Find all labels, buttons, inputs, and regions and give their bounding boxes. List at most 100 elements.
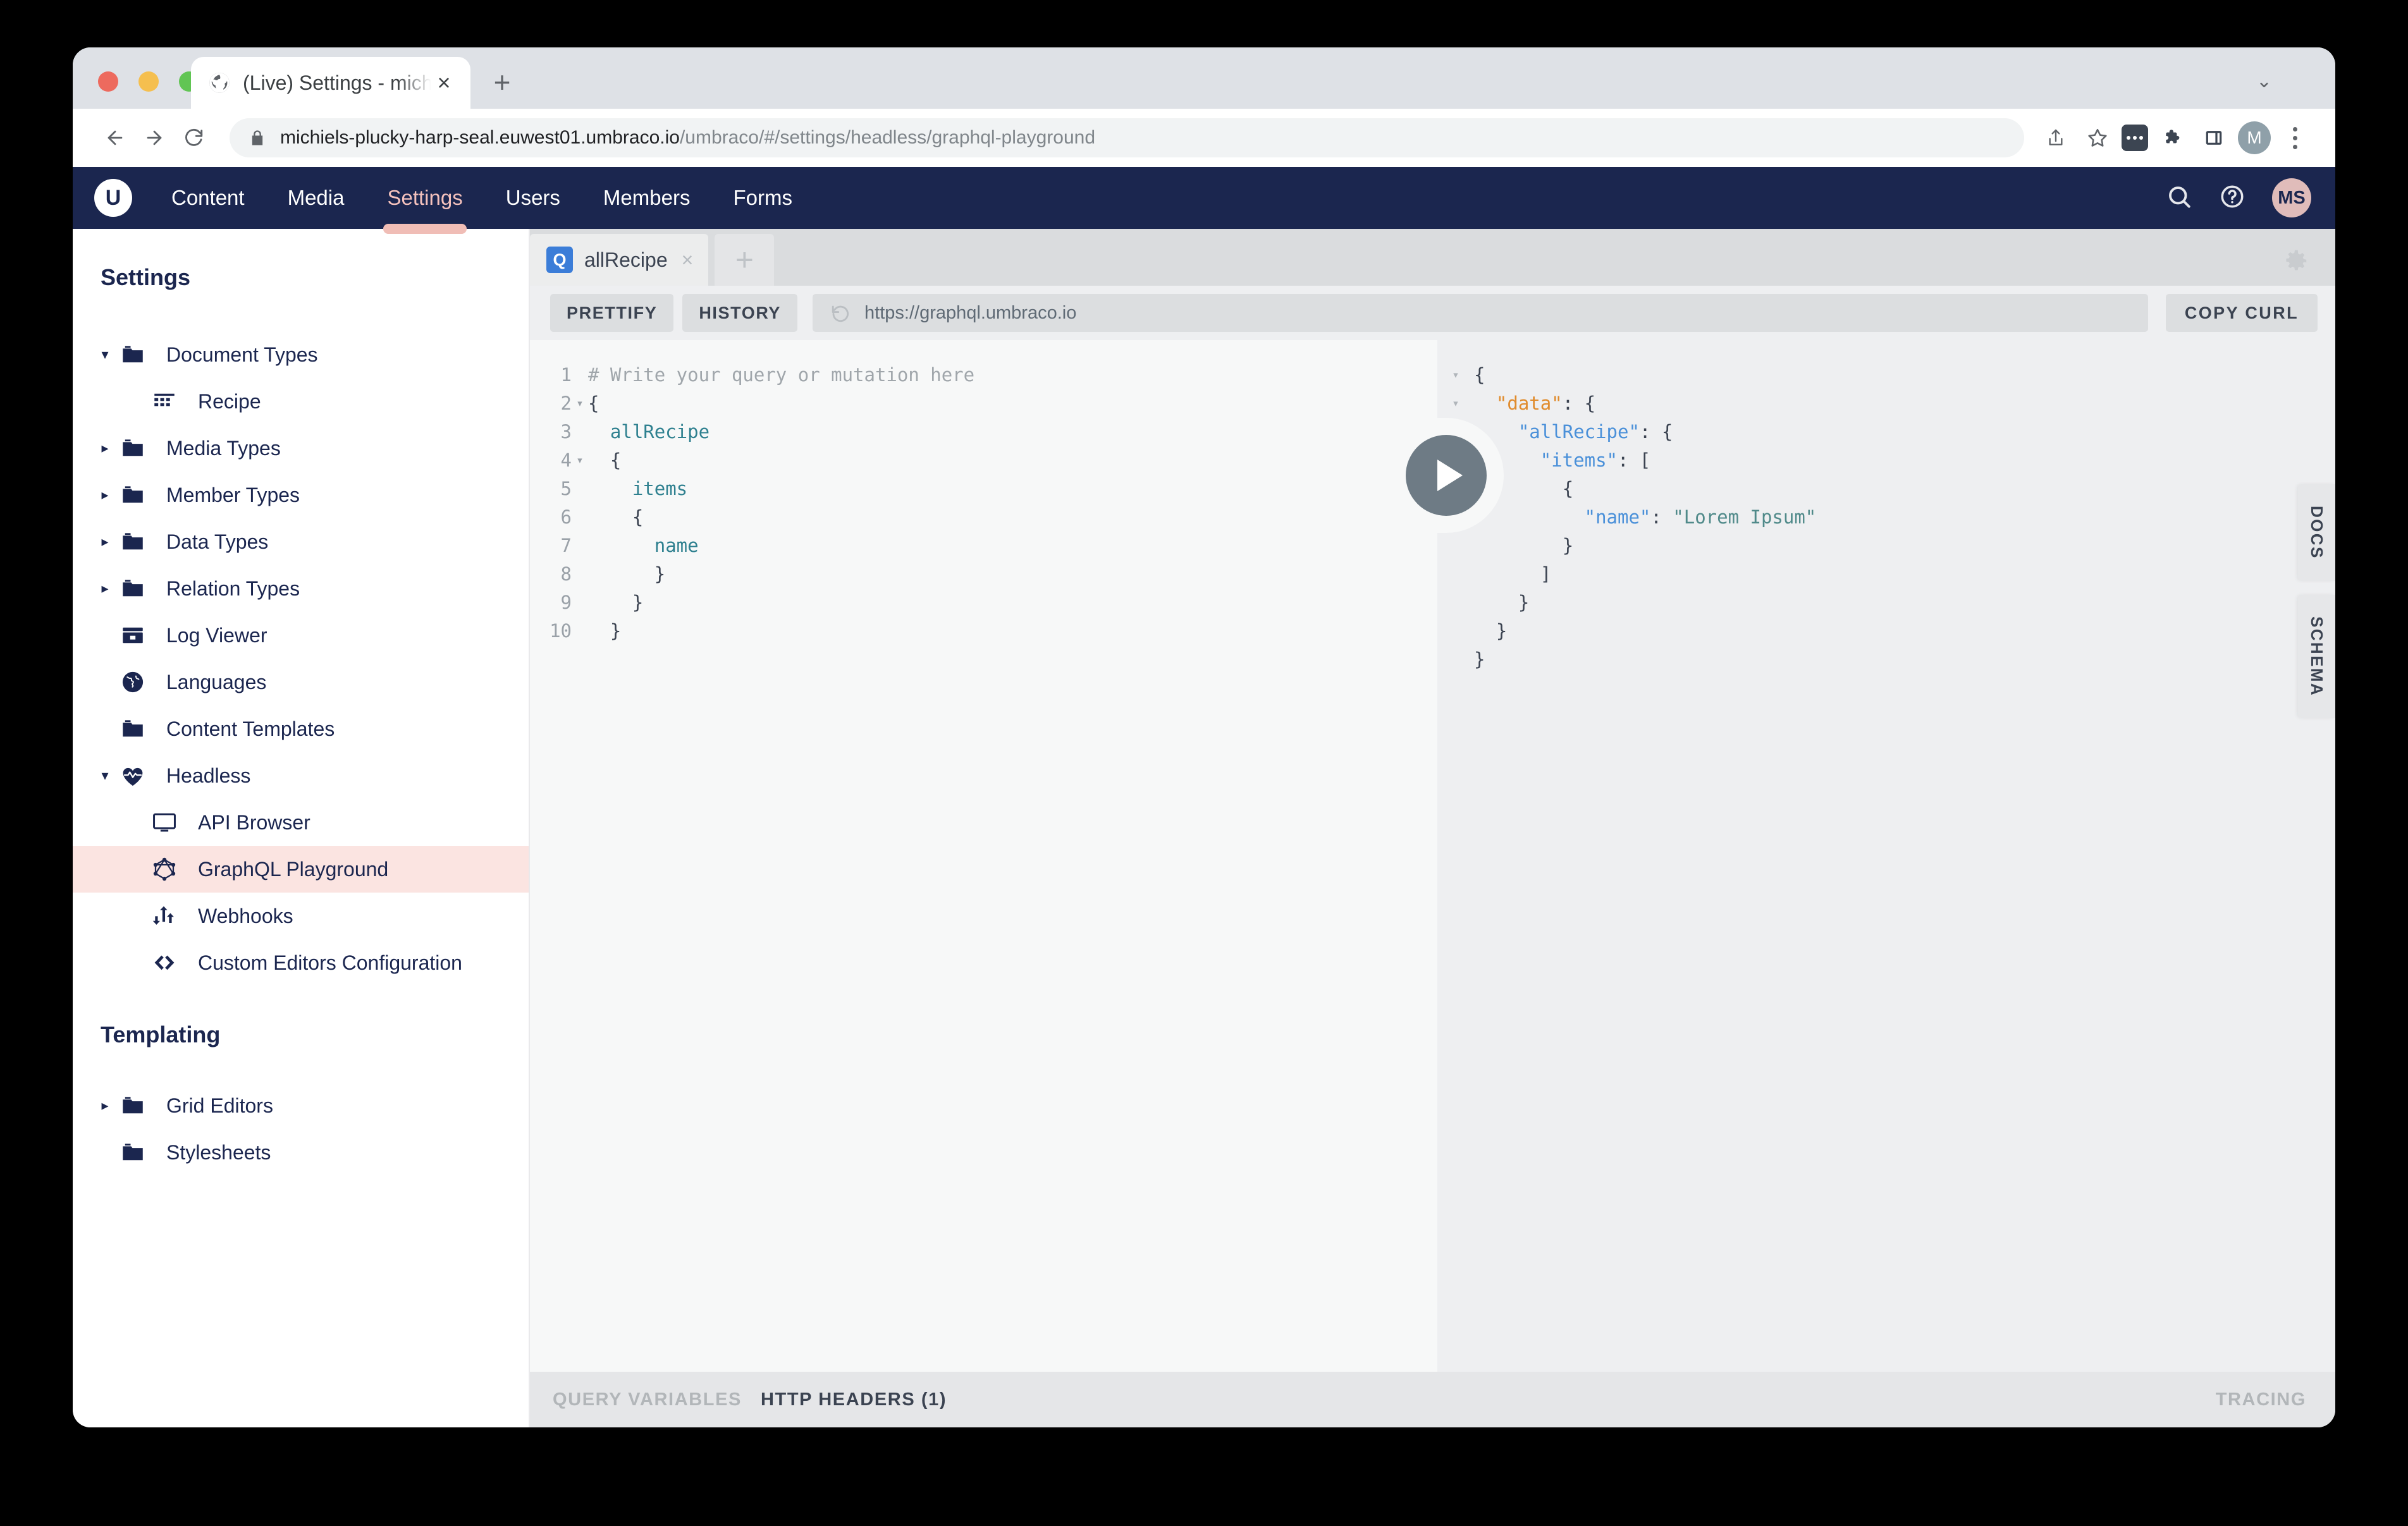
line-number: 10 — [550, 620, 572, 642]
monitor-icon — [150, 808, 179, 837]
folder-icon — [118, 340, 147, 369]
nav-item-label: Media — [287, 186, 345, 209]
tree-item-data-types[interactable]: ▸ Data Types — [73, 518, 529, 565]
nav-item-settings[interactable]: Settings — [366, 167, 484, 234]
execute-query-button[interactable] — [1406, 435, 1487, 516]
nav-item-users[interactable]: Users — [484, 167, 582, 229]
browser-tab-strip: (Live) Settings - michiels-pluck × + ⌄ — [73, 47, 2335, 109]
nav-item-media[interactable]: Media — [266, 167, 366, 229]
tree-item-media-types[interactable]: ▸ Media Types — [73, 425, 529, 472]
window-controls[interactable] — [98, 71, 199, 92]
minimize-window-button[interactable] — [138, 71, 159, 92]
graphql-footer: QUERY VARIABLES HTTP HEADERS (1) TRACING — [530, 1372, 2335, 1427]
nav-item-members[interactable]: Members — [582, 167, 712, 229]
tree-item-graphql-playground[interactable]: GraphQL Playground — [73, 846, 529, 893]
code-line: 6 { — [530, 506, 1437, 535]
code-text: } — [588, 563, 666, 585]
code-text: } — [588, 620, 622, 642]
response-line: } — [1437, 535, 2335, 563]
nav-item-label: Users — [505, 186, 560, 209]
gear-icon[interactable] — [2281, 247, 2310, 276]
history-button[interactable]: HISTORY — [682, 294, 798, 332]
tree-item-languages[interactable]: Languages — [73, 659, 529, 705]
tree-item-stylesheets[interactable]: Stylesheets — [73, 1129, 529, 1176]
new-query-tab-button[interactable]: + — [715, 234, 775, 286]
avatar[interactable]: M — [2238, 121, 2271, 154]
bookmark-star-icon[interactable] — [2080, 120, 2115, 156]
tree-item-log-viewer[interactable]: Log Viewer — [73, 612, 529, 659]
umbraco-header-actions: MS — [2166, 178, 2311, 217]
revert-icon[interactable] — [830, 302, 852, 324]
help-icon[interactable] — [2219, 183, 2245, 213]
search-icon[interactable] — [2166, 183, 2192, 213]
side-panel-icon[interactable] — [2196, 120, 2232, 156]
query-editor[interactable]: 1 # Write your query or mutation here 2 ▾{3… — [530, 340, 1437, 1372]
line-number: 2 — [560, 393, 572, 414]
query-variables-tab[interactable]: QUERY VARIABLES — [553, 1389, 742, 1410]
chevron-down-icon[interactable]: ⌄ — [2256, 70, 2272, 92]
line-number: 5 — [560, 478, 572, 499]
tree-group-item-list: ▸ Grid Editors Stylesheets — [73, 1082, 529, 1176]
http-headers-tab[interactable]: HTTP HEADERS (1) — [761, 1389, 947, 1410]
umbraco-logo-icon[interactable]: U — [94, 179, 132, 217]
tree-item-webhooks[interactable]: Webhooks — [73, 893, 529, 939]
tree-item-recipe[interactable]: Recipe — [73, 378, 529, 425]
tree-item-label: Relation Types — [166, 577, 300, 600]
response-text: } — [1518, 592, 1530, 613]
address-bar[interactable]: michiels-plucky-harp-seal.euwest01.umbra… — [230, 118, 2024, 157]
puzzle-icon[interactable] — [2154, 120, 2190, 156]
caret-down-icon[interactable]: ▾ — [92, 348, 118, 362]
fold-toggle-icon[interactable]: ▾ — [1437, 393, 1474, 414]
nav-item-forms[interactable]: Forms — [711, 167, 814, 229]
close-icon[interactable]: × — [682, 250, 694, 270]
prettify-button[interactable]: PRETTIFY — [550, 294, 674, 332]
response-line: } — [1437, 592, 2335, 620]
side-tabs: DOCS SCHEMA — [2298, 484, 2335, 718]
fold-toggle-icon[interactable]: ▾ — [572, 393, 588, 414]
response-line: ▾ "allRecipe": { — [1437, 421, 2335, 449]
copy-curl-button[interactable]: COPY CURL — [2165, 294, 2318, 332]
browser-tab[interactable]: (Live) Settings - michiels-pluck × — [191, 57, 470, 109]
document-type-icon — [150, 387, 179, 416]
endpoint-url: https://graphql.umbraco.io — [864, 302, 1077, 323]
extension-badge-icon[interactable] — [2122, 125, 2148, 151]
schema-tab[interactable]: SCHEMA — [2298, 594, 2335, 718]
graphql-playground: Q allRecipe × + PRETTIFY HISTORY https:/… — [530, 229, 2335, 1427]
tree-item-relation-types[interactable]: ▸ Relation Types — [73, 565, 529, 612]
tree-item-document-types[interactable]: ▾ Document Types — [73, 331, 529, 378]
new-tab-button[interactable]: + — [476, 59, 529, 105]
tracing-tab[interactable]: TRACING — [2216, 1389, 2306, 1410]
caret-right-icon[interactable]: ▸ — [92, 535, 118, 549]
caret-right-icon[interactable]: ▸ — [92, 582, 118, 595]
docs-tab[interactable]: DOCS — [2298, 484, 2335, 581]
response-line: { — [1437, 478, 2335, 506]
nav-item-content[interactable]: Content — [150, 167, 266, 229]
kebab-menu-icon[interactable] — [2277, 120, 2313, 156]
caret-right-icon[interactable]: ▸ — [92, 441, 118, 455]
caret-right-icon[interactable]: ▸ — [92, 488, 118, 502]
caret-down-icon[interactable]: ▾ — [92, 769, 118, 783]
tree-item-api-browser[interactable]: API Browser — [73, 799, 529, 846]
response-text: } — [1474, 649, 1485, 670]
reload-button[interactable] — [174, 118, 213, 157]
user-avatar[interactable]: MS — [2272, 178, 2311, 217]
fold-toggle-icon[interactable]: ▾ — [572, 449, 588, 471]
forward-button[interactable] — [135, 118, 174, 157]
tree-item-custom-editors-configuration[interactable]: Custom Editors Configuration — [73, 939, 529, 986]
fold-toggle-icon[interactable]: ▾ — [1437, 364, 1474, 386]
close-window-button[interactable] — [98, 71, 118, 92]
tree-item-list: ▾ Document Types Recipe ▸ Media Types ▸ Member… — [73, 331, 529, 986]
back-button[interactable] — [95, 118, 135, 157]
share-icon[interactable] — [2038, 120, 2073, 156]
caret-right-icon[interactable]: ▸ — [92, 1099, 118, 1113]
tree-item-grid-editors[interactable]: ▸ Grid Editors — [73, 1082, 529, 1129]
tree-item-headless[interactable]: ▾ Headless — [73, 752, 529, 799]
tree-item-member-types[interactable]: ▸ Member Types — [73, 472, 529, 518]
tree-item-content-templates[interactable]: Content Templates — [73, 705, 529, 752]
endpoint-input[interactable]: https://graphql.umbraco.io — [813, 294, 2148, 332]
graphql-toolbar: PRETTIFY HISTORY https://graphql.umbraco… — [530, 286, 2335, 340]
close-icon[interactable]: × — [431, 70, 457, 95]
graphql-tab[interactable]: Q allRecipe × — [530, 234, 709, 286]
response-text: "name": "Lorem Ipsum" — [1584, 506, 1817, 528]
globe-icon — [118, 668, 147, 697]
